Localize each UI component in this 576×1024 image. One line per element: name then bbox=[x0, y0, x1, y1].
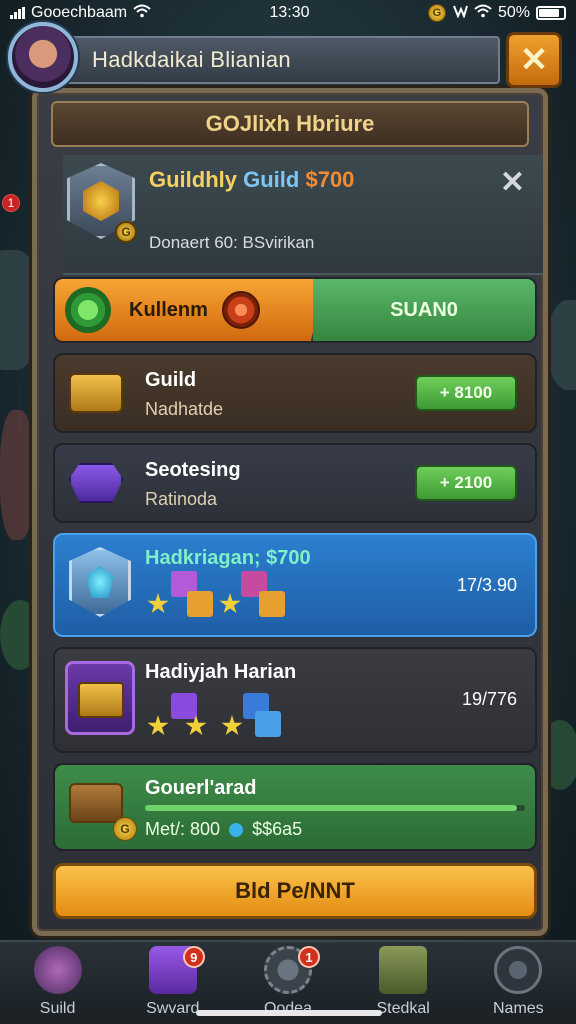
guild-price: $700 bbox=[305, 167, 355, 192]
reward-row-guild: Guild Nadhatde + 8100 bbox=[53, 353, 537, 433]
player-avatar[interactable] bbox=[8, 22, 78, 92]
guild-subtitle: Donaert 60: BSvirikan bbox=[149, 233, 315, 252]
status-bar: Gooechbaam 13:30 G 50% bbox=[0, 0, 576, 26]
guild-header: G Guildhly Guild $700 ✕ Donaert 60: BSvi… bbox=[63, 155, 543, 275]
guild-close-icon[interactable]: ✕ bbox=[500, 165, 525, 200]
notification-badge: 9 bbox=[182, 946, 205, 968]
background-rock bbox=[548, 300, 576, 390]
reward-title: Seotesing bbox=[145, 459, 241, 481]
red-coin-icon bbox=[221, 291, 260, 329]
panel-title-bar: GOJlixh Hbriure bbox=[51, 101, 529, 147]
reward-value: 17/3.90 bbox=[456, 575, 517, 595]
character-icon bbox=[33, 946, 82, 994]
reward-title: Gouerl'arad bbox=[145, 777, 257, 799]
signal-alt-icon bbox=[452, 4, 468, 23]
blue-shield-icon bbox=[69, 547, 131, 617]
coin-icon: G bbox=[427, 4, 446, 22]
star-icon bbox=[147, 715, 169, 736]
star-icon bbox=[147, 593, 169, 614]
toggle-option-right[interactable]: SUAN0 bbox=[313, 279, 535, 341]
cube-icon bbox=[187, 591, 213, 617]
reward-value: 19/776 bbox=[461, 689, 517, 709]
scroll-icon bbox=[379, 946, 428, 994]
purple-chest-icon bbox=[65, 661, 135, 735]
nav-label: Names bbox=[493, 1000, 544, 1017]
purple-gem-icon bbox=[69, 463, 123, 503]
home-indicator[interactable] bbox=[196, 1010, 382, 1016]
panel-title: GOJlixh Hbriure bbox=[205, 111, 375, 136]
nav-label: Suild bbox=[39, 1000, 76, 1017]
toggle-option-left[interactable]: Kullenm bbox=[55, 279, 327, 341]
reward-title: Hadkriagan; $700 bbox=[145, 547, 311, 569]
claim-button[interactable]: + 8100 bbox=[415, 375, 517, 411]
signal-icon bbox=[10, 7, 25, 19]
nav-label: Swvard bbox=[146, 1000, 200, 1017]
carrier-name: Gooechbaam bbox=[31, 4, 128, 21]
reward-subtitle: Nadhatde bbox=[145, 399, 224, 419]
hero-card-partial bbox=[0, 410, 34, 540]
guild-name-part2: Guild bbox=[243, 167, 300, 192]
progress-fill bbox=[145, 805, 518, 811]
gem-icon bbox=[229, 823, 244, 838]
reward-subtitle: Ratinoda bbox=[145, 489, 218, 509]
progress-value: $$6a5 bbox=[252, 819, 303, 839]
status-time: 13:30 bbox=[269, 4, 310, 21]
notification-badge: 1 bbox=[297, 946, 320, 968]
side-notification-badge: 1 bbox=[2, 194, 20, 212]
reward-row-hadiyjah[interactable]: Hadiyjah Harian 19/776 bbox=[53, 647, 537, 753]
guild-name: Guildhly Guild $700 bbox=[149, 167, 354, 193]
nav-item-names[interactable]: Names bbox=[468, 946, 568, 1022]
gear-icon bbox=[65, 287, 111, 333]
toggle-left-label: Kullenm bbox=[129, 298, 208, 321]
battery-percent: 50% bbox=[497, 4, 530, 21]
coin-icon: G bbox=[113, 817, 137, 841]
guild-panel: GOJlixh Hbriure G Guildhly Guild $700 ✕ … bbox=[32, 88, 548, 936]
guild-name-part1: Guildhly bbox=[149, 167, 237, 192]
star-icon bbox=[219, 593, 241, 614]
progress-bar bbox=[145, 805, 525, 811]
nav-label: Stedkal bbox=[376, 1000, 430, 1017]
cube-icon bbox=[255, 711, 281, 737]
wifi-icon-secondary bbox=[474, 4, 492, 23]
build-button[interactable]: Bld Pe/NNT bbox=[53, 863, 537, 919]
cube-icon bbox=[171, 693, 197, 719]
reward-title: Hadiyjah Harian bbox=[145, 661, 297, 683]
reward-row-progress: G Gouerl'arad Met/: 800 $$6a5 bbox=[53, 763, 537, 851]
nav-item-suild[interactable]: Suild bbox=[8, 946, 108, 1022]
cube-icon bbox=[259, 591, 285, 617]
guild-coin-icon: G bbox=[115, 221, 137, 243]
reward-row-highlighted[interactable]: Hadkriagan; $700 17/3.90 bbox=[53, 533, 537, 637]
compass-icon bbox=[494, 946, 543, 994]
wooden-chest-icon bbox=[69, 783, 123, 823]
star-icon bbox=[221, 715, 243, 736]
header-bar: Hadkdaikai Blianian bbox=[60, 36, 500, 84]
wifi-icon bbox=[133, 4, 151, 23]
battery-icon bbox=[535, 6, 566, 20]
reward-subtitle: Met/: 800 $$6a5 bbox=[145, 819, 302, 840]
reward-row-seotesing: Seotesing Ratinoda + 2100 bbox=[53, 443, 537, 523]
mode-toggle[interactable]: Kullenm SUAN0 bbox=[53, 277, 537, 343]
header-title: Hadkdaikai Blianian bbox=[92, 47, 291, 72]
claim-button[interactable]: + 2100 bbox=[415, 465, 517, 501]
progress-label: Met/: 800 bbox=[145, 819, 221, 839]
close-button[interactable]: ✕ bbox=[506, 32, 562, 88]
reward-title: Guild bbox=[145, 369, 197, 391]
treasure-chest-icon bbox=[69, 373, 123, 413]
